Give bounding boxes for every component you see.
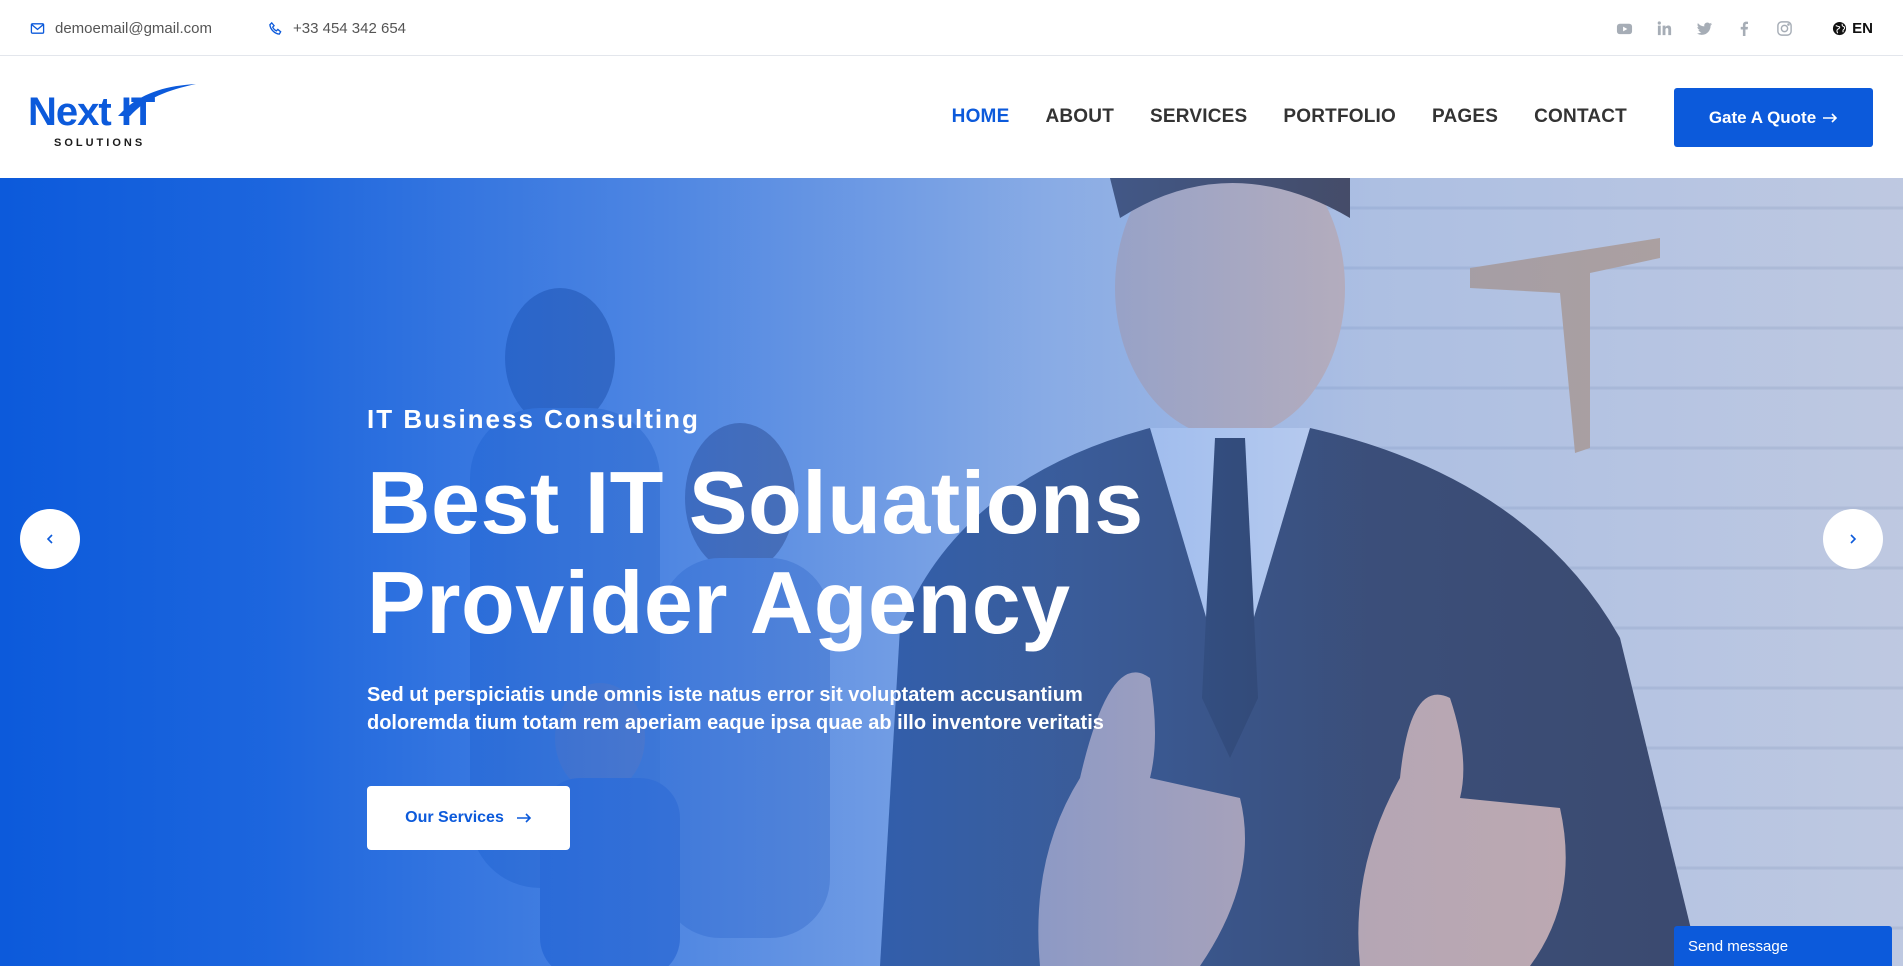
- linkedin-icon[interactable]: [1655, 19, 1673, 37]
- youtube-icon[interactable]: [1615, 19, 1633, 37]
- nav-services[interactable]: SERVICES: [1150, 106, 1247, 128]
- arrow-right-icon: [516, 813, 531, 823]
- send-message-label: Send message: [1688, 937, 1789, 955]
- get-quote-button[interactable]: Gate A Quote: [1674, 88, 1873, 147]
- nav-pages[interactable]: PAGES: [1432, 106, 1498, 128]
- nav-portfolio[interactable]: PORTFOLIO: [1283, 106, 1396, 128]
- hero-desc-line-2: doloremda tium totam rem aperiam eaque i…: [367, 712, 1104, 734]
- logo[interactable]: Next IT SOLUTIONS: [28, 82, 196, 152]
- main-header: Next IT SOLUTIONS HOME ABOUT SERVICES PO…: [0, 56, 1903, 178]
- arrow-right-icon: [1823, 112, 1838, 123]
- phone-icon: [269, 21, 282, 35]
- nav-contact[interactable]: CONTACT: [1534, 106, 1627, 128]
- email-text[interactable]: demoemail@gmail.com: [55, 20, 212, 37]
- chevron-right-icon: [1850, 534, 1857, 544]
- our-services-label: Our Services: [405, 809, 504, 826]
- main-nav: HOME ABOUT SERVICES PORTFOLIO PAGES CONT…: [952, 56, 1627, 178]
- hero-desc-line-1: Sed ut perspiciatis unde omnis iste natu…: [367, 684, 1083, 706]
- hero-description: Sed ut perspiciatis unde omnis iste natu…: [367, 681, 1267, 737]
- twitter-icon[interactable]: [1695, 19, 1713, 37]
- nav-about[interactable]: ABOUT: [1045, 106, 1114, 128]
- phone-text[interactable]: +33 454 342 654: [293, 20, 406, 37]
- hero-title-line-2: Provider Agency: [367, 553, 1071, 652]
- language-label: EN: [1852, 19, 1873, 37]
- facebook-icon[interactable]: [1735, 19, 1753, 37]
- logo-subtitle: SOLUTIONS: [54, 137, 146, 149]
- hero-title: Best IT Soluations Provider Agency: [367, 453, 1267, 653]
- our-services-button[interactable]: Our Services: [367, 786, 570, 850]
- instagram-icon[interactable]: [1775, 19, 1793, 37]
- slider-next-button[interactable]: [1823, 509, 1883, 569]
- globe-icon: [1833, 21, 1847, 35]
- nav-home[interactable]: HOME: [952, 106, 1010, 128]
- top-phone[interactable]: +33 454 342 654: [268, 0, 406, 56]
- hero-slider: IT Business Consulting Best IT Soluation…: [0, 178, 1903, 966]
- hero-title-line-1: Best IT Soluations: [367, 453, 1144, 552]
- top-email[interactable]: demoemail@gmail.com: [30, 0, 212, 56]
- top-bar: demoemail@gmail.com +33 454 342 654 EN: [0, 0, 1903, 56]
- hero-content: IT Business Consulting Best IT Soluation…: [367, 404, 1267, 850]
- chevron-left-icon: [46, 534, 53, 544]
- social-links: [1615, 0, 1793, 56]
- language-selector[interactable]: EN: [1832, 0, 1873, 56]
- send-message-chat-button[interactable]: Send message: [1674, 926, 1892, 966]
- hero-eyebrow: IT Business Consulting: [367, 404, 700, 434]
- envelope-icon: [30, 22, 45, 34]
- logo-wordmark: Next IT: [28, 90, 155, 134]
- get-quote-label: Gate A Quote: [1708, 107, 1817, 127]
- slider-prev-button[interactable]: [20, 509, 80, 569]
